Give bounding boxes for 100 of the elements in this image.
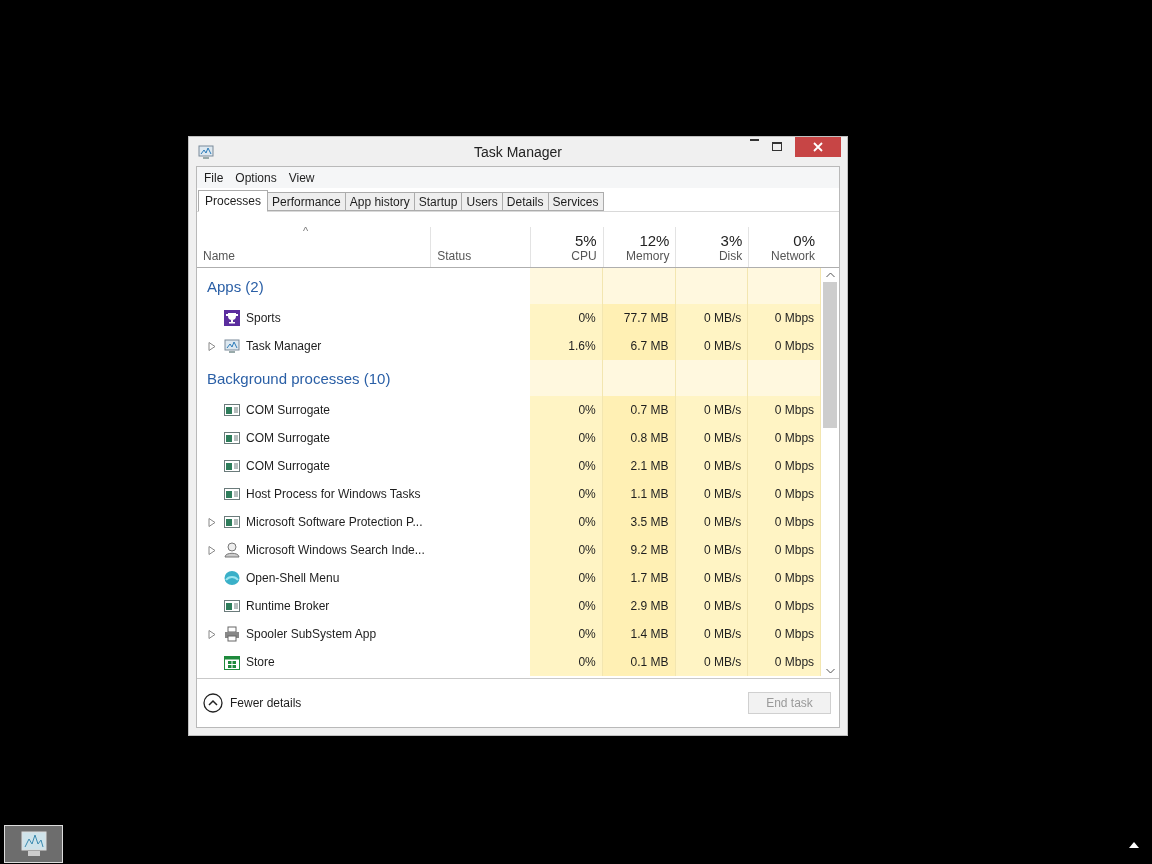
window-icon	[224, 402, 240, 418]
table-cell: 0%	[529, 452, 603, 480]
table-cell: 0%	[529, 620, 603, 648]
table-cell: 0%	[529, 508, 603, 536]
table-cell: 0 Mbps	[748, 564, 822, 592]
table-cell: 0 Mbps	[748, 592, 822, 620]
tab[interactable]: Services	[548, 192, 604, 211]
column-usage: 3%	[720, 232, 743, 249]
tray-arrow-icon	[1129, 841, 1139, 848]
expand-icon	[208, 629, 216, 639]
column-header[interactable]: CPU	[571, 249, 597, 263]
process-name: Task Manager	[246, 339, 322, 353]
sort-indicator: ^	[303, 225, 309, 237]
table-cell: 0 MB/s	[675, 304, 749, 332]
table-cell: 0%	[529, 536, 603, 564]
table-cell: 0 Mbps	[748, 508, 822, 536]
printer-icon	[224, 626, 240, 642]
table-cell: 0.8 MB	[602, 424, 676, 452]
table-cell: 0 Mbps	[748, 648, 822, 676]
table-cell: 0 MB/s	[675, 424, 749, 452]
scroll-up-icon	[825, 272, 835, 278]
column-header[interactable]: Name	[203, 249, 425, 263]
window-icon	[224, 598, 240, 614]
table-cell: 0 Mbps	[748, 452, 822, 480]
window-icon	[224, 458, 240, 474]
column-usage: 12%	[639, 232, 670, 249]
process-name: Runtime Broker	[246, 599, 330, 613]
column-usage: 0%	[793, 232, 815, 249]
process-name: Spooler SubSystem App	[246, 627, 377, 641]
table-cell: 2.1 MB	[602, 452, 676, 480]
taskbar-button[interactable]	[4, 825, 63, 863]
process-name: Host Process for Windows Tasks	[246, 487, 421, 501]
table-cell: 2.9 MB	[602, 592, 676, 620]
scroll-down-icon	[825, 668, 835, 674]
table-cell: 0.7 MB	[602, 396, 676, 424]
process-name: Store	[246, 655, 275, 669]
close-icon	[812, 141, 824, 153]
table-cell: 1.6%	[529, 332, 603, 360]
table-cell: 0 MB/s	[675, 536, 749, 564]
menu-item[interactable]: Options	[235, 170, 277, 185]
column-header[interactable]: Disk	[718, 249, 743, 263]
menu-item[interactable]: View	[288, 170, 315, 185]
tab[interactable]: Startup	[414, 192, 463, 211]
process-name: COM Surrogate	[246, 431, 331, 445]
window-title: Task Manager	[474, 144, 562, 160]
table-cell: 0 MB/s	[675, 592, 749, 620]
tab[interactable]: App history	[345, 192, 415, 211]
table-cell: 0%	[529, 396, 603, 424]
scroll-thumb[interactable]	[823, 282, 838, 428]
table-cell: 0%	[529, 592, 603, 620]
person-icon	[224, 542, 240, 558]
minimize-icon	[750, 139, 759, 141]
table-cell: 0 MB/s	[675, 452, 749, 480]
store-icon	[224, 654, 240, 670]
table-cell: 6.7 MB	[602, 332, 676, 360]
column-usage: 5%	[575, 232, 597, 249]
expand-icon	[208, 545, 216, 555]
monitor-icon	[198, 143, 216, 160]
column-header[interactable]: Status	[437, 249, 524, 263]
table-cell: 0 MB/s	[675, 620, 749, 648]
table-cell: 0 Mbps	[748, 480, 822, 508]
tab[interactable]: Performance	[268, 192, 346, 211]
fewer-details-link[interactable]: Fewer details	[203, 693, 302, 713]
table-cell: 9.2 MB	[602, 536, 676, 564]
process-name: Sports	[246, 311, 281, 325]
window-icon	[224, 514, 240, 530]
menu-item[interactable]: File	[204, 170, 224, 185]
column-header[interactable]: Memory	[626, 249, 670, 263]
table-cell: 0 Mbps	[748, 536, 822, 564]
tab[interactable]: Details	[502, 192, 549, 211]
table-cell: 0 MB/s	[675, 508, 749, 536]
close-button[interactable]	[795, 137, 841, 157]
table-cell: 0%	[529, 480, 603, 508]
column-header[interactable]: Network	[771, 249, 815, 263]
expand-icon	[208, 517, 216, 527]
process-name: Open-Shell Menu	[246, 571, 340, 585]
tab[interactable]: Users	[462, 192, 503, 211]
table-cell: 0%	[529, 648, 603, 676]
table-cell: 0 Mbps	[748, 332, 822, 360]
table-cell: 1.1 MB	[602, 480, 676, 508]
table-cell: 0 Mbps	[748, 424, 822, 452]
table-cell: 0 MB/s	[675, 564, 749, 592]
tab[interactable]: Processes	[198, 190, 269, 212]
table-cell: 1.4 MB	[602, 620, 676, 648]
monitor-icon	[224, 338, 240, 354]
table-cell: 0%	[529, 424, 603, 452]
table-cell: 0 Mbps	[748, 304, 822, 332]
window-icon	[224, 486, 240, 502]
table-cell: 0 MB/s	[675, 648, 749, 676]
collapse-icon	[203, 693, 223, 713]
table-cell: 0 MB/s	[675, 396, 749, 424]
table-cell: 1.7 MB	[602, 564, 676, 592]
table-cell: 0%	[529, 564, 603, 592]
group-heading: Apps (2)	[207, 277, 264, 295]
group-heading: Background processes (10)	[207, 369, 391, 387]
expand-icon	[208, 341, 216, 351]
table-cell: 0 Mbps	[748, 396, 822, 424]
table-cell: 0%	[529, 304, 603, 332]
table-cell: 77.7 MB	[602, 304, 676, 332]
process-name: Microsoft Windows Search Inde...	[246, 543, 425, 557]
